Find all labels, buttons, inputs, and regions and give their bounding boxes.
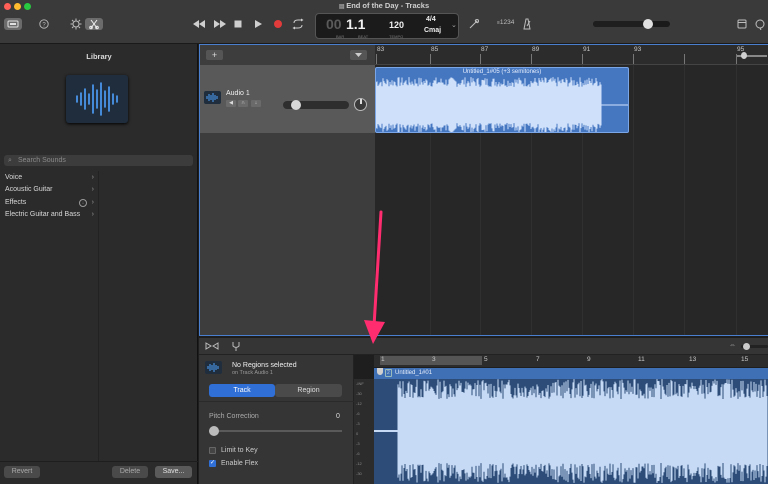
pitch-correction-slider[interactable] [209,426,342,436]
horizontal-zoom-icon: ⇔ [729,342,736,349]
cycle-icon[interactable] [292,18,304,30]
smart-controls-icon[interactable] [70,18,82,30]
editor-waveform-shape [374,379,768,483]
divider [199,401,354,402]
editor-toolbar: ⇔ [199,338,768,355]
tab-track[interactable]: Track [209,384,275,397]
annotation-arrow [364,210,385,344]
tuning-fork-icon[interactable] [229,341,243,351]
filter-icon [355,53,362,57]
chevron-down-icon[interactable]: ⌄ [451,21,457,29]
divider [0,461,198,462]
track-waveform-icon [204,91,221,104]
editor-zoom-slider[interactable] [741,343,768,350]
chevron-right-icon: › [91,199,94,206]
limit-to-key-label: Limit to Key [221,447,258,454]
pitch-correction-value: 0 [336,413,340,420]
library-panel: Library ⌕ Search Sounds Voice › Acoustic … [0,44,198,484]
metronome-icon[interactable] [521,18,533,30]
info-subtitle: on Track Audio 1 [232,370,273,376]
pan-knob[interactable] [354,98,367,111]
library-patch-artwork [66,75,128,123]
lcd-display[interactable]: 00 1.1 BAR BEAT 120 TEMPO 4/4 Cmaj ⌄ [315,13,459,39]
library-item-voice[interactable]: Voice › [0,172,98,184]
editor-waveform[interactable] [374,379,768,484]
play-icon[interactable] [253,19,263,29]
info-title: No Regions selected [232,362,297,369]
track-options-button[interactable] [350,50,367,60]
tracks-area: + Audio 1 ◀ ∩ ↓ 83 85 87 89 91 93 95 Unt… [199,44,768,336]
stop-icon[interactable] [233,19,243,29]
download-icon[interactable]: ↓ [79,199,87,207]
region-name: Untitled_1#05 (+3 semitones) [462,69,542,75]
chevron-right-icon: › [91,211,94,218]
fast-forward-icon[interactable] [213,18,227,30]
editor-ruler[interactable]: 1 3 5 7 9 11 13 15 [374,355,768,367]
editor-region-name: Untitled_1#01 [395,370,433,376]
library-item-effects[interactable]: Effects ↓ › [0,197,98,209]
toolbar: ▤ End of the Day - Tracks ? 00 1.1 BAR B… [0,0,768,44]
playhead-handle[interactable] [741,52,747,59]
notepad-icon[interactable] [736,18,748,30]
track-inspector: No Regions selected on Track Audio 1 Tra… [199,355,354,484]
help-icon[interactable]: ? [39,19,49,29]
pitch-correction-label: Pitch Correction [209,413,259,420]
master-volume-knob[interactable] [643,19,653,29]
db-scale: -INF -30 -12 -6 -3 0 -3 -6 -12 -30 [354,379,374,484]
timeline-ruler[interactable]: 83 85 87 89 91 93 95 [375,45,768,65]
chevron-right-icon: › [91,186,94,193]
loop-icon: 2 [385,369,392,377]
library-column-divider [98,171,99,461]
track-volume-slider[interactable] [283,100,349,110]
chevron-right-icon: › [91,174,94,181]
mute-icon[interactable]: ◀ [226,100,236,107]
rewind-icon[interactable] [192,18,206,30]
tuner-icon[interactable] [468,18,480,30]
library-title: Library [86,52,112,61]
enable-flex-checkbox[interactable]: ✓ [209,460,216,467]
region-waveform [376,77,628,132]
pitch-correction-knob[interactable] [209,426,219,436]
enable-flex-label: Enable Flex [221,460,258,467]
save-button[interactable]: Save... [155,466,192,478]
delete-button[interactable]: Delete [112,466,148,478]
record-enable-icon[interactable]: ↓ [251,100,261,107]
track-volume-knob[interactable] [291,100,301,110]
track-name[interactable]: Audio 1 [226,90,250,97]
library-search-input[interactable]: ⌕ Search Sounds [4,155,193,166]
library-item-electric-guitar-and-bass[interactable]: Electric Guitar and Bass › [0,209,98,221]
search-icon: ⌕ [8,157,12,164]
lcd-tempo-label: TEMPO [389,34,404,39]
window-title: ▤ End of the Day - Tracks [338,1,430,10]
editor-zoom-knob[interactable] [743,343,750,350]
master-volume-slider[interactable] [593,19,670,29]
lcd-time-signature: 4/4 [426,16,436,23]
track-header-audio-1[interactable]: Audio 1 ◀ ∩ ↓ [200,65,375,133]
editor-region-header[interactable]: 2 Untitled_1#01 [374,368,768,379]
lcd-bar-label: BAR [336,34,345,39]
library-icon[interactable] [4,18,22,30]
lcd-key: Cmaj [424,27,442,34]
lcd-beat: 1.1 [346,16,366,32]
tab-region[interactable]: Region [275,384,342,397]
headphones-icon[interactable]: ∩ [238,100,248,107]
count-in-icon[interactable]: ≡1234 [497,19,514,26]
editor-mode-icon[interactable] [205,341,219,351]
editors-scissors-icon[interactable] [85,18,103,30]
waveform-icon [76,82,118,116]
track-waveform-icon [205,361,222,374]
audio-region[interactable]: Untitled_1#05 (+3 semitones) [375,67,629,133]
editor-cycle-range[interactable] [380,356,482,365]
loop-browser-icon[interactable] [754,18,766,31]
limit-to-key-checkbox[interactable] [209,447,216,454]
add-track-button[interactable]: + [206,50,223,60]
editor-playhead[interactable] [377,368,383,375]
lcd-bar: 00 [326,16,342,32]
lcd-tempo: 120 [389,20,405,30]
revert-button[interactable]: Revert [4,466,40,478]
record-icon[interactable] [273,19,283,29]
lcd-beat-label: BEAT [358,34,369,39]
library-item-acoustic-guitar[interactable]: Acoustic Guitar › [0,184,98,196]
